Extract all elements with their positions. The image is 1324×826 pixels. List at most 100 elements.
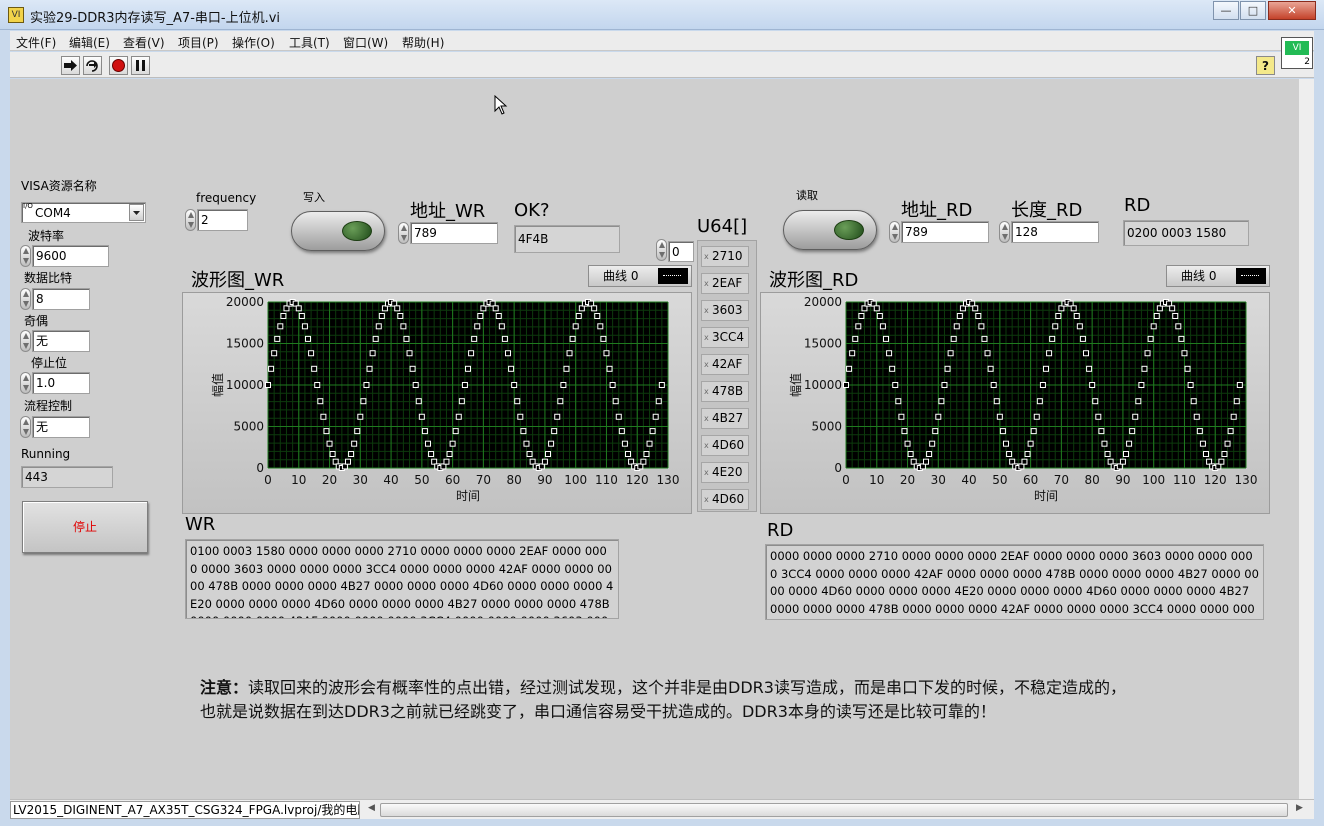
graph-rd-data-point bbox=[1138, 382, 1145, 388]
graph-wr-data-point bbox=[265, 382, 271, 388]
graph-wr-data-point bbox=[572, 323, 579, 330]
scroll-right-icon[interactable]: ▶ bbox=[1296, 803, 1303, 813]
graph-wr-data-point bbox=[517, 413, 524, 420]
menu-tools[interactable]: 工具(T) bbox=[289, 34, 330, 51]
baud-rate-spinner[interactable] bbox=[20, 245, 31, 267]
parity-field[interactable]: 无 bbox=[32, 330, 90, 352]
data-bits-field[interactable]: 8 bbox=[32, 288, 90, 310]
graph-wr-data-point bbox=[501, 335, 508, 342]
abort-icon[interactable] bbox=[109, 56, 128, 75]
u64-element[interactable]: 3603 bbox=[701, 300, 749, 321]
visa-io-icon: I/O bbox=[23, 202, 33, 210]
graph-wr-xtick-label: 120 bbox=[626, 473, 649, 487]
graph-rd-data-point bbox=[923, 458, 929, 465]
running-indicator: 443 bbox=[21, 466, 113, 488]
menu-view[interactable]: 查看(V) bbox=[123, 34, 165, 51]
pause-icon[interactable] bbox=[131, 56, 150, 75]
u64-index-field[interactable]: 0 bbox=[668, 241, 694, 262]
graph-rd-data-point bbox=[1039, 382, 1046, 388]
baud-rate-field[interactable]: 9600 bbox=[32, 245, 109, 267]
parity-spinner[interactable] bbox=[20, 330, 31, 352]
note-line-2: 也就是说数据在到达DDR3之前就已经跳变了，串口通信容易受干扰造成的。DDR3本… bbox=[200, 702, 996, 721]
menu-project[interactable]: 项目(P) bbox=[178, 34, 219, 51]
graph-rd-data-point bbox=[1055, 312, 1062, 319]
read-button[interactable] bbox=[783, 210, 877, 250]
graph-wr-legend[interactable]: 曲线 0 bbox=[588, 265, 692, 287]
addr-wr-field[interactable]: 789 bbox=[410, 222, 498, 244]
graph-wr-data-point bbox=[594, 312, 601, 319]
u64-element[interactable]: 42AF bbox=[701, 354, 749, 375]
stop-bits-field[interactable]: 1.0 bbox=[32, 372, 90, 394]
graph-rd-data-point bbox=[883, 335, 889, 342]
run-continuous-icon[interactable] bbox=[83, 56, 102, 75]
addr-rd-field[interactable]: 789 bbox=[901, 221, 989, 243]
write-button[interactable] bbox=[291, 211, 385, 251]
u64-element[interactable]: 478B bbox=[701, 381, 749, 402]
graph-rd-title: 波形图_RD bbox=[769, 270, 859, 291]
menu-window[interactable]: 窗口(W) bbox=[343, 34, 388, 51]
visa-resource-select[interactable]: I/O COM4 bbox=[21, 202, 146, 223]
graph-wr-data-point bbox=[378, 312, 385, 319]
stop-bits-spinner[interactable] bbox=[20, 372, 31, 394]
graph-wr-xtick-label: 40 bbox=[383, 473, 398, 487]
graph-rd-data-point bbox=[879, 323, 886, 330]
graph-wr-data-point bbox=[412, 382, 419, 388]
graph-rd-data-point bbox=[1227, 428, 1234, 435]
u64-element[interactable]: 3CC4 bbox=[701, 327, 749, 348]
horizontal-scrollbar[interactable]: LV2015_DIGINENT_A7_AX35T_CSG324_FPGA.lvp… bbox=[10, 799, 1314, 819]
menu-operate[interactable]: 操作(O) bbox=[232, 34, 275, 51]
scroll-thumb[interactable] bbox=[380, 803, 1288, 817]
graph-wr-data-point bbox=[560, 382, 567, 388]
graph-rd-data-point bbox=[1104, 451, 1111, 458]
u64-element[interactable]: 4E20 bbox=[701, 462, 749, 483]
u64-element[interactable]: 2710 bbox=[701, 246, 749, 267]
minimize-button[interactable]: — bbox=[1213, 1, 1239, 20]
u64-element[interactable]: 2EAF bbox=[701, 273, 749, 294]
graph-wr-data-point bbox=[443, 458, 450, 465]
graph-wr-plot[interactable]: 0 10 20 30 40 50 60 70 80 90 100 110 120 130 0 5000 1000… bbox=[182, 292, 692, 514]
chevron-down-icon[interactable] bbox=[129, 204, 144, 221]
u64-element[interactable]: 4B27 bbox=[701, 408, 749, 429]
addr-rd-spinner[interactable] bbox=[889, 221, 900, 243]
graph-rd-legend[interactable]: 曲线 0 bbox=[1166, 265, 1270, 287]
u64-element[interactable]: 4D60 bbox=[701, 489, 749, 510]
graph-rd-data-point bbox=[1089, 382, 1096, 388]
vertical-scrollbar[interactable] bbox=[1298, 79, 1314, 799]
project-path: LV2015_DIGINENT_A7_AX35T_CSG324_FPGA.lvp… bbox=[10, 801, 360, 819]
addr-wr-spinner[interactable] bbox=[398, 222, 409, 244]
graph-rd-data-point bbox=[1052, 323, 1059, 330]
len-rd-spinner[interactable] bbox=[999, 221, 1010, 243]
u64-index-spinner[interactable] bbox=[656, 239, 667, 261]
menu-file[interactable]: 文件(F) bbox=[16, 34, 56, 51]
graph-wr-data-point bbox=[360, 398, 367, 405]
graph-wr-data-point bbox=[446, 451, 453, 458]
u64-element[interactable]: 4D60 bbox=[701, 435, 749, 456]
frequency-spinner[interactable] bbox=[185, 209, 196, 231]
close-button[interactable]: ✕ bbox=[1268, 1, 1316, 20]
frequency-field[interactable]: 2 bbox=[197, 209, 248, 231]
window-title: 实验29-DDR3内存读写_A7-串口-上位机.vi bbox=[30, 11, 281, 26]
maximize-button[interactable]: □ bbox=[1240, 1, 1266, 20]
menu-edit[interactable]: 编辑(E) bbox=[69, 34, 110, 51]
menu-help[interactable]: 帮助(H) bbox=[402, 34, 444, 51]
len-rd-field[interactable]: 128 bbox=[1011, 221, 1099, 243]
graph-wr-ytick-label: 5000 bbox=[233, 420, 264, 434]
scroll-left-icon[interactable]: ◀ bbox=[368, 803, 375, 813]
graph-rd-data-point bbox=[895, 398, 902, 405]
graph-rd-data-point bbox=[1006, 451, 1013, 458]
data-bits-spinner[interactable] bbox=[20, 288, 31, 310]
graph-rd-data-point bbox=[975, 312, 982, 319]
stop-button[interactable]: 停止 bbox=[22, 501, 148, 553]
flow-control-spinner[interactable] bbox=[20, 416, 31, 438]
flow-control-field[interactable]: 无 bbox=[32, 416, 90, 438]
graph-rd-data-point bbox=[1033, 413, 1040, 420]
baud-rate-label: 波特率 bbox=[28, 229, 65, 243]
graph-wr-data-point bbox=[603, 350, 610, 357]
run-arrow-icon[interactable] bbox=[61, 56, 80, 75]
help-icon[interactable]: ? bbox=[1256, 56, 1275, 75]
graph-rd-xtick-label: 60 bbox=[1023, 473, 1038, 487]
graph-rd-xtick-label: 40 bbox=[961, 473, 976, 487]
graph-rd-plot[interactable]: 0 10 20 30 40 50 60 70 80 90 100 110 120 130 0 5000 1000… bbox=[760, 292, 1270, 514]
flow-control-label: 流程控制 bbox=[24, 399, 73, 413]
len-rd-label: 长度_RD bbox=[1011, 200, 1083, 221]
